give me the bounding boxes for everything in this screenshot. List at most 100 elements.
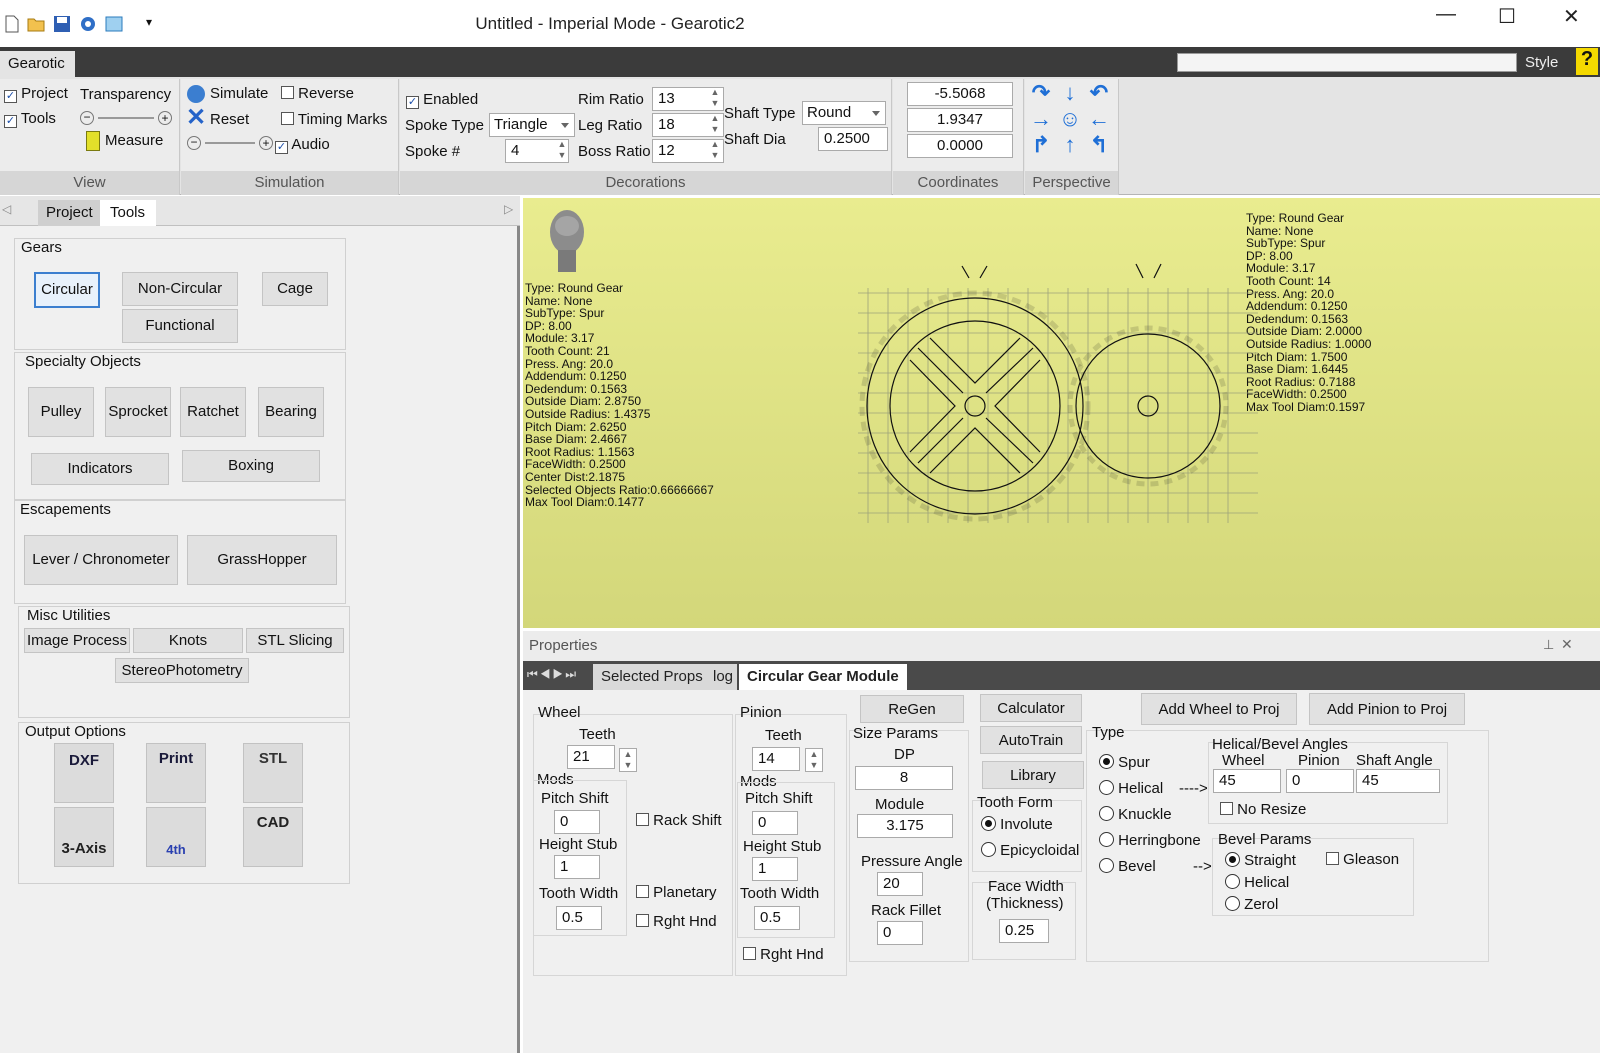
boss-ratio-spinner[interactable]: ▲ ▼ (706, 139, 724, 163)
reset-view-face-icon[interactable]: ☺ (1058, 107, 1082, 131)
gear-viewport[interactable]: Type: Round Gear Name: None SubType: Spu… (523, 198, 1600, 628)
maximize-button[interactable]: ☐ (1498, 4, 1516, 29)
coord-y-field[interactable]: 1.9347 (907, 108, 1013, 132)
timing-marks-checkbox[interactable]: Timing Marks (281, 111, 387, 128)
gear-drawing[interactable] (858, 258, 1258, 528)
non-circular-button[interactable]: Non-Circular (122, 272, 238, 306)
spoke-type-select[interactable]: Triangle (489, 113, 575, 137)
pinion-right-hand-checkbox[interactable]: Rght Hnd (743, 946, 824, 963)
calculator-button[interactable]: Calculator (980, 694, 1082, 722)
three-axis-icon[interactable]: 3-Axis (54, 807, 114, 867)
stereophotometry-button[interactable]: StereoPhotometry (115, 658, 249, 683)
cad-icon[interactable]: CAD (243, 807, 303, 867)
circular-button[interactable]: Circular (34, 272, 100, 308)
involute-radio[interactable]: Involute (981, 816, 1053, 833)
knots-button[interactable]: Knots (133, 628, 243, 653)
plus-icon[interactable]: + (158, 111, 172, 125)
face-width-input[interactable]: 0.25 (999, 919, 1049, 943)
boxing-button[interactable]: Boxing (182, 450, 320, 482)
arrow-left-icon[interactable]: ← (1087, 107, 1111, 131)
close-button[interactable]: ✕ (1563, 4, 1580, 29)
pin-icon[interactable]: ⊥ (1543, 637, 1554, 653)
close-panel-icon[interactable]: ✕ (1561, 636, 1573, 653)
pinion-height-stub-input[interactable]: 1 (752, 857, 798, 881)
wheel-teeth-spinner[interactable]: ▲ ▼ (619, 748, 637, 772)
helical-pinion-input[interactable]: 0 (1286, 769, 1354, 793)
arrow-right-icon[interactable]: → (1029, 107, 1053, 131)
wheel-height-stub-input[interactable]: 1 (554, 855, 600, 879)
arrow-up-icon[interactable]: ↑ (1058, 133, 1082, 157)
fourth-axis-icon[interactable]: 4th (146, 807, 206, 867)
reverse-checkbox[interactable]: Reverse (281, 85, 354, 102)
no-resize-checkbox[interactable]: No Resize (1220, 801, 1306, 818)
minus-icon[interactable]: − (187, 136, 201, 150)
rotate-down-right-icon[interactable]: ↰ (1087, 133, 1111, 157)
tab-scroll-right-icon[interactable]: ▷ (504, 202, 513, 216)
tab-circular-gear-module[interactable]: Circular Gear Module (739, 664, 907, 690)
bevel-radio[interactable]: Bevel (1099, 858, 1156, 875)
grasshopper-button[interactable]: GrassHopper (187, 535, 337, 585)
wheel-right-hand-checkbox[interactable]: Rght Hnd (636, 913, 717, 930)
transparency-slider[interactable]: − + (80, 111, 176, 125)
style-menu[interactable]: Style (1525, 54, 1558, 71)
pinion-teeth-input[interactable]: 14 (752, 747, 800, 771)
rotate-up-right-icon[interactable]: ↶ (1087, 81, 1111, 105)
planetary-checkbox[interactable]: Planetary (636, 884, 717, 901)
shaft-type-select[interactable]: Round (802, 101, 886, 125)
tab-gearotic[interactable]: Gearotic (0, 51, 75, 77)
tab-log[interactable]: log (709, 664, 738, 690)
tab-navigation-icons[interactable]: ⏮◀▶⏭ (527, 667, 578, 682)
add-wheel-button[interactable]: Add Wheel to Proj (1141, 693, 1297, 725)
speed-slider[interactable]: − + (187, 136, 277, 150)
simulate-button[interactable]: Simulate (210, 85, 268, 102)
tab-project[interactable]: Project (38, 200, 108, 226)
pinion-tooth-width-input[interactable]: 0.5 (754, 906, 800, 930)
shaft-dia-input[interactable]: 0.2500 (818, 127, 888, 151)
rack-shift-checkbox[interactable]: Rack Shift (636, 812, 722, 829)
leg-ratio-spinner[interactable]: ▲ ▼ (706, 113, 724, 137)
wheel-teeth-input[interactable]: 21 (567, 745, 615, 769)
enabled-checkbox[interactable]: ✓ Enabled (406, 91, 478, 109)
tab-scroll-left-icon[interactable]: ◁ (2, 202, 11, 216)
dp-input[interactable]: 8 (855, 766, 953, 790)
pinion-teeth-spinner[interactable]: ▲ ▼ (805, 748, 823, 772)
coord-x-field[interactable]: -5.5068 (907, 82, 1013, 106)
arrow-down-icon[interactable]: ↓ (1058, 81, 1082, 105)
pinion-pitch-shift-input[interactable]: 0 (752, 811, 798, 835)
print-icon[interactable]: Print (146, 743, 206, 803)
minimize-button[interactable]: — (1436, 3, 1456, 26)
helical-radio[interactable]: Helical (1099, 780, 1163, 797)
minus-icon[interactable]: − (80, 111, 94, 125)
rim-ratio-spinner[interactable]: ▲ ▼ (706, 87, 724, 111)
tab-tools[interactable]: Tools (100, 200, 156, 226)
library-button[interactable]: Library (982, 761, 1084, 789)
audio-checkbox[interactable]: ✓ Audio (275, 136, 330, 154)
bevel-helical-radio[interactable]: Helical (1225, 874, 1289, 891)
stl-icon[interactable]: STL (243, 743, 303, 803)
plus-icon[interactable]: + (259, 136, 273, 150)
pressure-angle-input[interactable]: 20 (877, 872, 923, 896)
rotate-down-left-icon[interactable]: ↱ (1029, 133, 1053, 157)
rack-fillet-input[interactable]: 0 (877, 921, 923, 945)
helical-wheel-input[interactable]: 45 (1213, 769, 1281, 793)
sprocket-button[interactable]: Sprocket (105, 387, 171, 437)
rotate-up-left-icon[interactable]: ↷ (1029, 81, 1053, 105)
image-process-button[interactable]: Image Process (24, 628, 130, 653)
ratchet-button[interactable]: Ratchet (180, 387, 246, 437)
herringbone-radio[interactable]: Herringbone (1099, 832, 1201, 849)
spoke-num-spinner[interactable]: ▲ ▼ (553, 139, 571, 163)
wheel-pitch-shift-input[interactable]: 0 (554, 810, 600, 834)
autotrain-button[interactable]: AutoTrain (980, 726, 1082, 754)
lever-chronometer-button[interactable]: Lever / Chronometer (24, 535, 178, 585)
regen-button[interactable]: ReGen (860, 695, 964, 723)
tools-checkbox[interactable]: ✓ Tools (4, 110, 56, 128)
functional-button[interactable]: Functional (122, 309, 238, 343)
head-orientation-icon[interactable] (545, 206, 589, 280)
module-input[interactable]: 3.175 (857, 814, 953, 838)
measure-button[interactable]: Measure (105, 132, 163, 149)
shaft-angle-input[interactable]: 45 (1356, 769, 1440, 793)
stl-slicing-button[interactable]: STL Slicing (246, 628, 344, 653)
knuckle-radio[interactable]: Knuckle (1099, 806, 1172, 823)
dxf-icon[interactable]: DXF (54, 743, 114, 803)
bearing-button[interactable]: Bearing (258, 387, 324, 437)
